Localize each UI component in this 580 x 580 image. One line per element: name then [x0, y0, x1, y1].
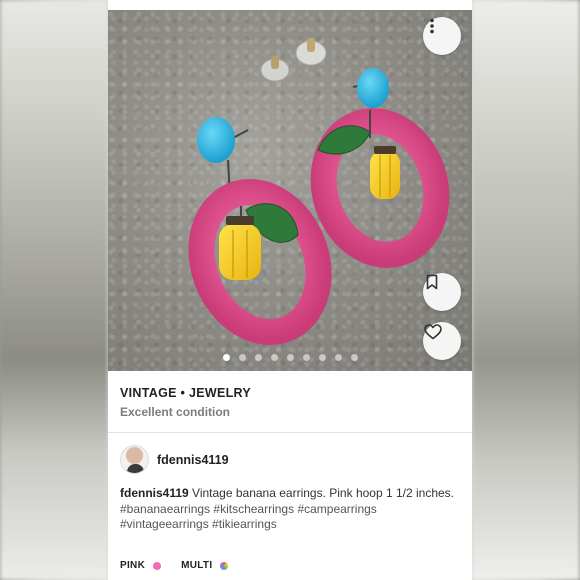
- hashtags-line-1[interactable]: #bananaearrings #kitschearrings #campear…: [120, 502, 377, 516]
- carousel-dot[interactable]: [254, 354, 262, 361]
- description-author[interactable]: fdennis4119: [120, 486, 189, 500]
- carousel-dot[interactable]: [286, 354, 294, 361]
- color-label-pink[interactable]: PINK: [120, 560, 145, 571]
- carousel-dot[interactable]: [318, 354, 326, 361]
- background-blur-right: [472, 0, 580, 580]
- earring-right: [310, 68, 450, 268]
- bookmark-button[interactable]: [423, 273, 461, 311]
- seller-username[interactable]: fdennis4119: [157, 453, 229, 467]
- color-tags: PINK MULTI: [120, 560, 240, 571]
- carousel-dot[interactable]: [302, 354, 310, 361]
- more-options-button[interactable]: [423, 17, 461, 55]
- carousel-dot[interactable]: [334, 354, 342, 361]
- carousel-indicator[interactable]: [108, 354, 472, 361]
- listing-screen: VINTAGE • JEWELRY Excellent condition fd…: [108, 0, 472, 580]
- carousel-dot[interactable]: [222, 354, 230, 361]
- carousel-dot[interactable]: [270, 354, 278, 361]
- listing-description: fdennis4119 Vintage banana earrings. Pin…: [120, 486, 460, 533]
- brand-category-line[interactable]: VINTAGE • JEWELRY: [120, 386, 251, 400]
- bookmark-icon: [426, 274, 438, 290]
- pink-swatch-icon: [153, 561, 162, 570]
- condition-label: Excellent condition: [120, 405, 231, 419]
- heart-icon: [424, 324, 442, 340]
- listing-tags: VINTAGE • JEWELRY Excellent condition: [120, 386, 251, 419]
- seller-row[interactable]: fdennis4119: [120, 445, 229, 474]
- multi-swatch-icon: [220, 561, 229, 570]
- more-vertical-icon: [430, 18, 434, 34]
- earring-back-2: [295, 38, 327, 66]
- avatar[interactable]: [120, 445, 149, 474]
- product-photo[interactable]: [108, 10, 472, 371]
- background-blur-left: [0, 0, 108, 580]
- earring-back-1: [260, 56, 290, 82]
- hashtags-line-2[interactable]: #vintageearrings #tikiearrings: [120, 517, 277, 531]
- earrings-illustration: [188, 38, 450, 345]
- divider: [108, 432, 472, 433]
- description-text: Vintage banana earrings. Pink hoop 1 1/2…: [192, 486, 455, 500]
- color-label-multi[interactable]: MULTI: [181, 560, 212, 571]
- carousel-dot[interactable]: [350, 354, 358, 361]
- carousel-dot[interactable]: [238, 354, 246, 361]
